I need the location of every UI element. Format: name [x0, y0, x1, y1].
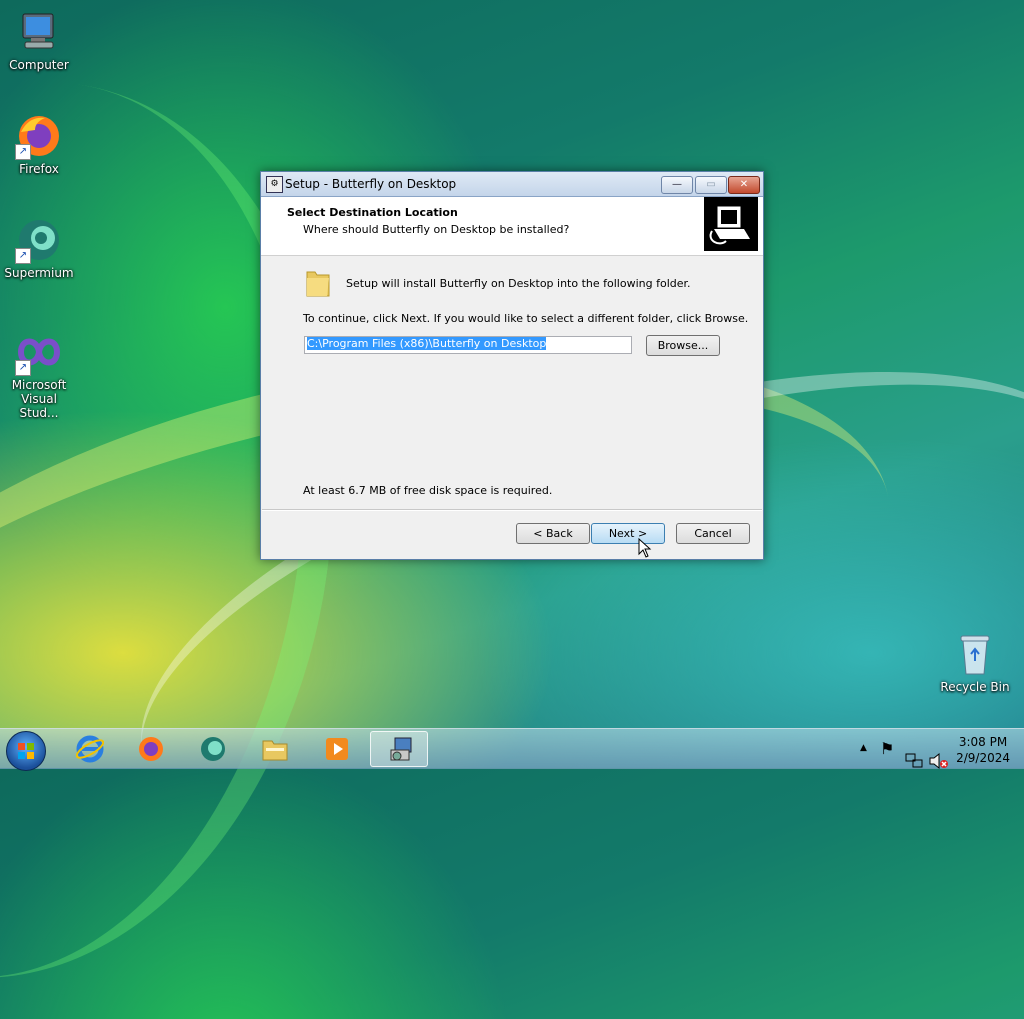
taskbar-supermium[interactable] — [183, 731, 241, 767]
network-icon[interactable] — [905, 741, 923, 781]
continue-message: To continue, click Next. If you would li… — [303, 312, 749, 325]
taskbar-file-explorer[interactable] — [245, 731, 303, 767]
shortcut-arrow-icon: ↗ — [15, 360, 31, 376]
setup-app-icon: ⚙ — [266, 176, 283, 193]
desktop-icon-recycle-bin[interactable]: Recycle Bin — [937, 630, 1013, 694]
taskbar-media-player[interactable] — [307, 731, 365, 767]
desktop-icon-firefox[interactable]: ↗ Firefox — [1, 112, 77, 176]
mouse-cursor-icon — [638, 538, 652, 558]
show-hidden-icons-button[interactable]: ▲ — [860, 743, 867, 783]
page-title: Select Destination Location — [287, 206, 458, 219]
shortcut-arrow-icon: ↗ — [15, 248, 31, 264]
folder-icon — [305, 268, 331, 298]
cancel-button[interactable]: Cancel — [676, 523, 750, 544]
windows-logo-icon — [18, 743, 34, 759]
dialog-title: Setup - Butterfly on Desktop — [285, 177, 457, 191]
internet-explorer-icon — [76, 735, 104, 763]
divider — [262, 509, 762, 511]
desktop-icon-label: Recycle Bin — [940, 680, 1010, 694]
computer-icon — [15, 8, 63, 56]
desktop-icon-visual-studio[interactable]: ↗ Microsoft Visual Stud... — [1, 328, 77, 420]
close-button[interactable]: ✕ — [728, 176, 760, 194]
desktop-icon-label: Supermium — [4, 266, 74, 280]
taskbar-firefox[interactable] — [121, 731, 179, 767]
desktop-icon-label: Visual Stud... — [19, 392, 59, 420]
action-center-flag-icon[interactable]: ⚑ — [880, 739, 894, 779]
setup-dialog: ⚙ Setup - Butterfly on Desktop — ▭ ✕ Sel… — [260, 171, 764, 560]
clock[interactable]: 3:08 PM 2/9/2024 — [956, 734, 1010, 766]
dialog-titlebar[interactable]: ⚙ Setup - Butterfly on Desktop — ▭ ✕ — [261, 172, 763, 197]
destination-path-value: C:\Program Files (x86)\Butterfly on Desk… — [307, 337, 547, 350]
disk-space-message: At least 6.7 MB of free disk space is re… — [303, 484, 553, 497]
desktop-icon-supermium[interactable]: ↗ Supermium — [1, 216, 77, 280]
back-button[interactable]: < Back — [516, 523, 590, 544]
taskbar-setup[interactable] — [370, 731, 428, 767]
desktop-icon-label: Computer — [9, 58, 69, 72]
next-button[interactable]: Next > — [591, 523, 665, 544]
page-subtitle: Where should Butterfly on Desktop be ins… — [303, 223, 570, 236]
shortcut-arrow-icon: ↗ — [15, 144, 31, 160]
visual-studio-icon: ↗ — [15, 328, 63, 376]
volume-muted-icon[interactable] — [929, 741, 949, 781]
firefox-icon — [139, 737, 163, 761]
wizard-header: Select Destination Location Where should… — [261, 197, 763, 256]
destination-path-input[interactable]: C:\Program Files (x86)\Butterfly on Desk… — [304, 336, 632, 354]
desktop-icon-label: Microsoft — [11, 378, 67, 392]
minimize-button[interactable]: — — [661, 176, 693, 194]
start-button[interactable] — [6, 731, 46, 771]
setup-icon — [390, 737, 412, 761]
installer-logo-icon — [704, 197, 758, 251]
install-message: Setup will install Butterfly on Desktop … — [346, 277, 691, 290]
desktop-icon-computer[interactable]: Computer — [1, 8, 77, 72]
media-player-icon — [326, 738, 348, 760]
supermium-icon — [201, 737, 225, 761]
taskbar-internet-explorer[interactable] — [60, 731, 118, 767]
desktop-icon-label: Firefox — [19, 162, 59, 176]
supermium-icon: ↗ — [15, 216, 63, 264]
clock-time: 3:08 PM — [958, 735, 1008, 749]
maximize-button[interactable]: ▭ — [695, 176, 727, 194]
file-explorer-icon — [262, 740, 288, 761]
clock-date: 2/9/2024 — [956, 751, 1010, 765]
taskbar: ▲ ⚑ 3:08 PM 2/9/2024 — [0, 728, 1024, 771]
browse-button[interactable]: Browse... — [646, 335, 720, 356]
recycle-bin-icon — [951, 630, 999, 678]
firefox-icon: ↗ — [15, 112, 63, 160]
